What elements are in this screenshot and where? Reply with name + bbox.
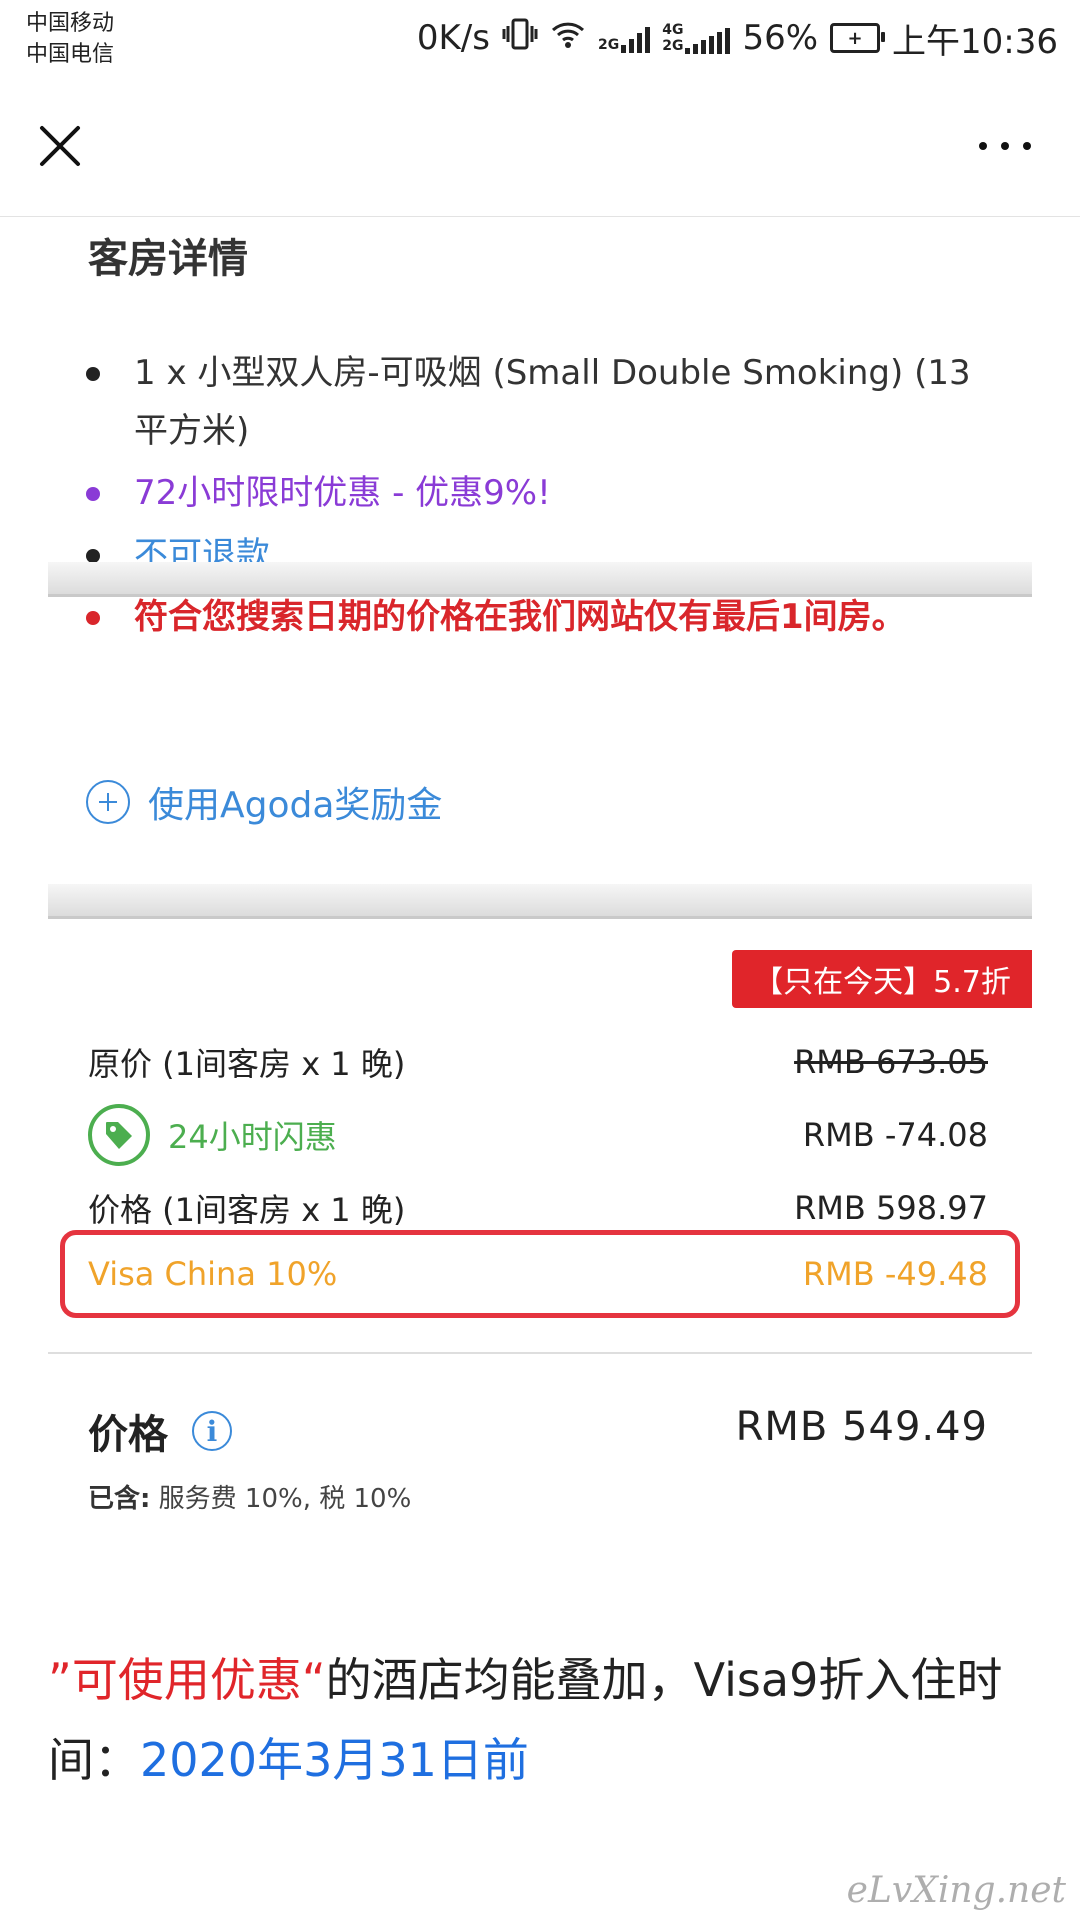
bullet-dot [86, 549, 100, 563]
signal-icon-2 [685, 24, 731, 54]
bullet-dot [86, 611, 100, 625]
bullet-text: 72小时限时优惠 - 优惠9%! [134, 473, 551, 513]
status-indicators: 0K/s 2G 4G 2G 56% + 上午10:36 [417, 14, 1058, 62]
included-text: 服务费 10%, 税 10% [158, 1484, 412, 1514]
price-label: 价格 (1间客房 x 1 晚) [88, 1191, 406, 1229]
caption-quote: ”可使用优惠“ [48, 1653, 326, 1707]
total-label-text: 价格 [88, 1412, 168, 1458]
network-type-2: 4G [662, 22, 684, 38]
article-caption: ”可使用优惠“的酒店均能叠加，Visa9折入住时间：2020年3月31日前 [48, 1640, 1038, 1800]
close-button[interactable] [30, 116, 90, 176]
bullet-limited-offer: 72小时限时优惠 - 优惠9%! [86, 464, 1006, 522]
bullet-room-type: 1 x 小型双人房-可吸烟 (Small Double Smoking) (13… [86, 344, 1006, 460]
more-icon [979, 142, 1031, 150]
visa-discount-label: Visa China 10% [88, 1255, 338, 1293]
original-price-value: RMB 673.05 [794, 1043, 988, 1081]
section-separator [48, 562, 1032, 597]
original-price-row: 原价 (1间客房 x 1 晚) RMB 673.05 [88, 1034, 988, 1090]
price-value: RMB 598.97 [794, 1189, 988, 1227]
included-prefix: 已含: [88, 1484, 151, 1514]
caption-date: 2020年3月31日前 [140, 1733, 529, 1787]
status-bar: 中国移动 中国电信 0K/s 2G 4G 2G 56% + 上午10:36 [0, 0, 1080, 86]
add-circle-icon [86, 780, 130, 824]
carrier-info: 中国移动 中国电信 [26, 8, 114, 70]
wifi-icon [550, 18, 586, 59]
visa-discount-value: RMB -49.48 [802, 1255, 988, 1293]
included-fees: 已含: 服务费 10%, 税 10% [88, 1478, 411, 1515]
signal-icon-1 [621, 23, 651, 53]
flash-deal-row: 24小时闪惠 RMB -74.08 [88, 1098, 988, 1172]
network-speed: 0K/s [416, 18, 490, 58]
original-price-label: 原价 (1间客房 x 1 晚) [88, 1045, 406, 1083]
today-only-badge: 【只在今天】5.7折 [732, 950, 1032, 1008]
tag-icon [88, 1104, 150, 1166]
section-separator [48, 884, 1032, 919]
network-type-2b: 2G [662, 38, 684, 54]
close-icon [40, 126, 80, 166]
clock: 上午10:36 [892, 21, 1058, 62]
reward-label: 使用Agoda奖励金 [148, 785, 443, 826]
bullet-dot [86, 487, 100, 501]
bullet-dot [86, 367, 100, 381]
carrier-1: 中国移动 [26, 11, 115, 36]
network-type-1: 2G [597, 37, 620, 53]
watermark: eLvXing.net [846, 1870, 1066, 1911]
vibrate-icon [502, 17, 538, 60]
flash-deal-label: 24小时闪惠 [168, 1118, 337, 1156]
flash-deal-value: RMB -74.08 [802, 1116, 988, 1154]
agoda-reward-button[interactable]: 使用Agoda奖励金 [86, 772, 442, 832]
total-price-label: 价格 i [88, 1402, 232, 1460]
room-details-title: 客房详情 [88, 236, 248, 282]
more-button[interactable] [970, 124, 1040, 168]
visa-discount-row: Visa China 10% RMB -49.48 [88, 1246, 988, 1302]
battery-percent: 56% [742, 18, 819, 58]
room-bullet-list: 1 x 小型双人房-可吸烟 (Small Double Smoking) (13… [86, 344, 1006, 650]
battery-icon: + [830, 23, 886, 53]
total-price-value: RMB 549.49 [735, 1404, 988, 1450]
bullet-text: 符合您搜索日期的价格在我们网站仅有最后1间房。 [134, 597, 906, 637]
bullet-text: 1 x 小型双人房-可吸烟 (Small Double Smoking) (13… [134, 353, 971, 451]
divider [48, 1352, 1032, 1354]
carrier-2: 中国电信 [26, 42, 115, 67]
flash-deal: 24小时闪惠 [88, 1104, 337, 1166]
nav-bar [0, 86, 1080, 217]
price-row: 价格 (1间客房 x 1 晚) RMB 598.97 [88, 1180, 988, 1236]
info-icon[interactable]: i [192, 1411, 232, 1451]
